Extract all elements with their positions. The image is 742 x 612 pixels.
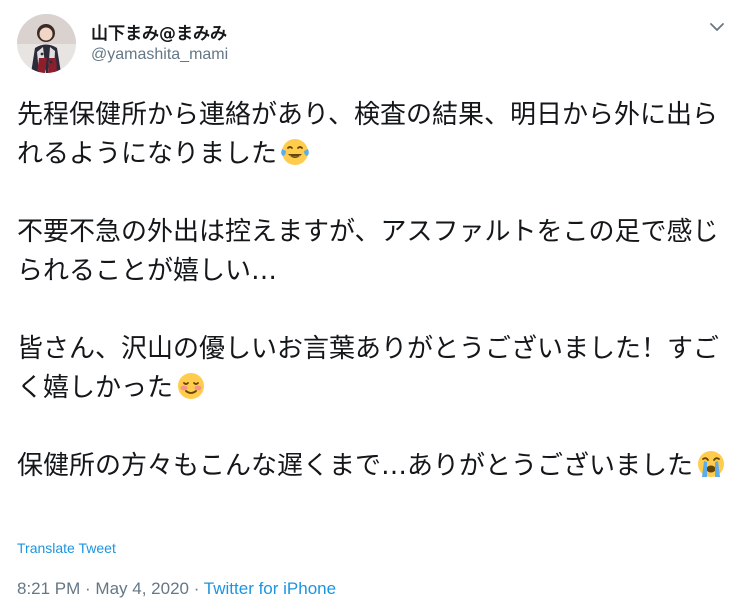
user-handle[interactable]: @yamashita_mami (91, 46, 228, 64)
tweet-paragraph: 不要不急の外出は控えますが、アスファルトをこの足で感じられることが嬉しい… (17, 213, 729, 291)
tweet-paragraph-text: 皆さん、沢山の優しいお言葉ありがとうございました！すごく嬉しかった (17, 334, 720, 403)
tweet-paragraph: 先程保健所から連絡があり、検査の結果、明日から外に出られるようになりました (17, 96, 729, 174)
chevron-down-icon[interactable] (706, 16, 728, 38)
avatar[interactable] (17, 14, 76, 73)
translate-tweet-link[interactable]: Translate Tweet (17, 540, 116, 556)
tweet-paragraph-text: 保健所の方々もこんな遅くまで…ありがとうございました (17, 451, 694, 481)
tweet-paragraph-text: 先程保健所から連絡があり、検査の結果、明日から外に出られるようになりました (17, 100, 718, 169)
tweet-card: 山下まみ@まみみ @yamashita_mami 先程保健所から連絡があり、検査… (0, 0, 742, 612)
tweet-paragraph: 保健所の方々もこんな遅くまで…ありがとうございました (17, 447, 729, 486)
tweet-paragraph: 皆さん、沢山の優しいお言葉ありがとうございました！すごく嬉しかった (17, 330, 729, 408)
face-with-tears-of-joy-icon (281, 139, 309, 165)
smiling-face-icon (178, 373, 205, 399)
avatar-image (17, 14, 76, 73)
tweet-metadata: 8:21 PM · May 4, 2020 · Twitter for iPho… (17, 579, 336, 599)
tweet-time[interactable]: 8:21 PM (17, 579, 80, 598)
display-name[interactable]: 山下まみ@まみみ (91, 19, 227, 44)
loudly-crying-face-icon (698, 451, 725, 477)
meta-separator: · (80, 579, 96, 598)
meta-separator: · (188, 579, 204, 598)
tweet-text: 先程保健所から連絡があり、検査の結果、明日から外に出られるようになりました 不要… (17, 96, 729, 486)
tweet-date[interactable]: May 4, 2020 (95, 579, 189, 598)
tweet-paragraph-text: 不要不急の外出は控えますが、アスファルトをこの足で感じられることが嬉しい… (17, 217, 719, 286)
tweet-source-link[interactable]: Twitter for iPhone (204, 579, 336, 598)
